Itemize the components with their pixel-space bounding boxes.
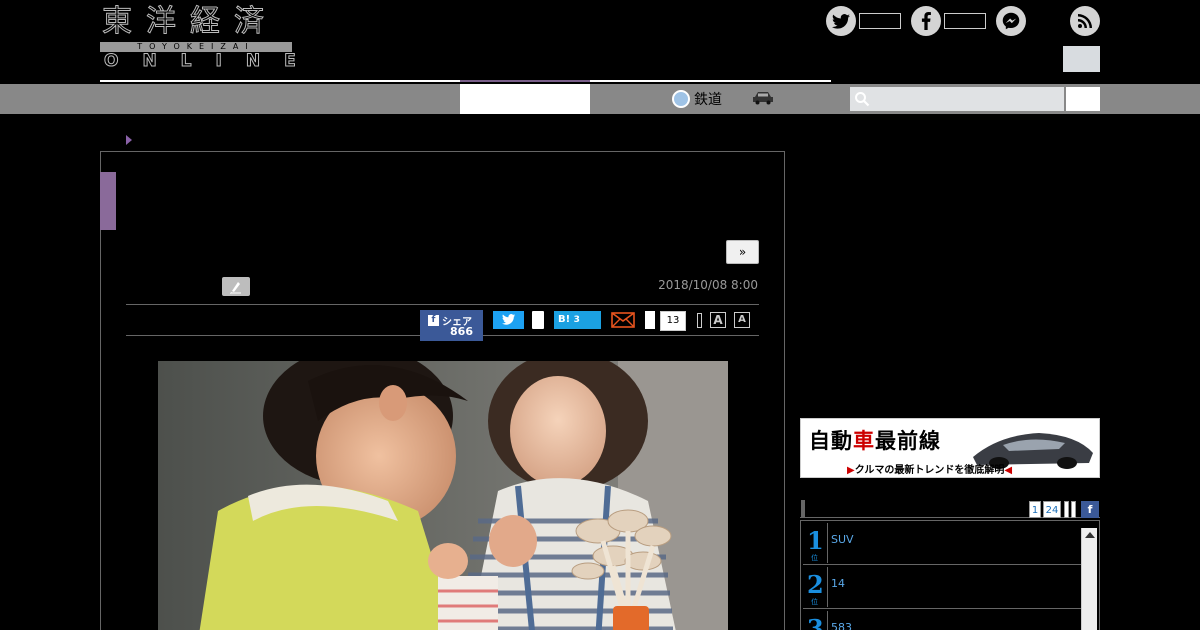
nav-active-accent [460, 80, 590, 82]
author-icon[interactable] [222, 277, 250, 296]
messenger-icon[interactable] [996, 6, 1026, 36]
ranking-tab-1[interactable]: 1 [1029, 501, 1041, 518]
ranking-title[interactable]: SUV [831, 533, 854, 546]
page: 東洋経済 TOYOKEIZAI ONLINE 鉄道 » 2018/10/08 8… [0, 0, 1200, 630]
automotive-feature-banner[interactable]: 自動車最前線 ▶クルマの最新トレンドを徹底解明◀ [800, 418, 1100, 478]
twitter-share-button[interactable] [493, 311, 524, 329]
share-divider-top [126, 304, 759, 305]
nav-item-rail-label: 鉄道 [694, 92, 722, 108]
ranking-header-accent [801, 500, 805, 518]
pocket-button[interactable] [645, 311, 655, 329]
ranking-tab-24[interactable]: 24 [1043, 501, 1061, 518]
ranking-item[interactable]: 1 位 SUV [803, 521, 1081, 565]
rss-icon[interactable] [1070, 6, 1100, 36]
banner-subtitle-text: クルマの最新トレンドを徹底解明 [854, 465, 1005, 476]
header-menu-button[interactable] [1063, 46, 1100, 72]
ranking-divider [827, 611, 828, 630]
next-page-button[interactable]: » [726, 240, 759, 264]
ranking-number: 3 [807, 614, 824, 630]
nav-item-rail[interactable]: 鉄道 [672, 86, 722, 112]
hatena-bookmark-button[interactable]: B! 3 [554, 311, 601, 329]
site-logo-online: ONLINE [104, 51, 320, 71]
twitter-follow-icon[interactable] [826, 6, 856, 36]
twitter-follower-count [859, 13, 901, 29]
article-hero-image [158, 361, 728, 630]
search-icon [855, 92, 870, 107]
ranking-facebook-icon[interactable]: f [1081, 501, 1099, 518]
hatena-label: B! [558, 314, 571, 325]
car-icon[interactable] [752, 91, 774, 105]
hatena-count: 3 [573, 315, 580, 325]
ranking-tab-extra-2[interactable] [1071, 501, 1076, 518]
facebook-like-icon[interactable] [911, 6, 941, 36]
ranking-scrollbar[interactable] [1081, 528, 1097, 630]
facebook-share-button[interactable]: f シェア 866 [420, 310, 483, 341]
font-small-button[interactable]: A [734, 312, 750, 328]
ranking-item[interactable]: 3 位 583 [803, 609, 1081, 630]
ranking-suffix: 位 [811, 598, 818, 606]
ranking-item[interactable]: 2 位 14 [803, 565, 1081, 609]
ranking-number: 2 [807, 570, 824, 599]
banner-title-part2: 最前線 [875, 428, 941, 453]
mail-icon[interactable] [611, 312, 635, 328]
ranking-title[interactable]: 14 [831, 577, 845, 590]
ranking-number: 1 [807, 526, 824, 555]
font-size-toggle[interactable] [697, 313, 702, 328]
nav-tab-active[interactable] [460, 84, 590, 114]
ranking-suffix: 位 [811, 554, 818, 562]
breadcrumb-arrow-icon [126, 135, 132, 145]
ranking-list: 1 位 SUV 2 位 14 3 位 583 [800, 520, 1100, 630]
scroll-up-icon[interactable] [1085, 532, 1095, 538]
pocket-count: 13 [660, 311, 686, 331]
banner-title-part1: 自動 [809, 428, 853, 453]
twitter-share-count [532, 311, 544, 329]
banner-title: 自動車最前線 [809, 425, 941, 455]
search-input[interactable] [850, 87, 1064, 111]
article-title-accent [100, 172, 116, 230]
ranking-divider [827, 523, 828, 563]
banner-title-highlight: 車 [853, 428, 875, 453]
train-icon [672, 90, 690, 108]
banner-subtitle: ▶クルマの最新トレンドを徹底解明◀ [847, 465, 1013, 476]
font-large-button[interactable]: A [710, 312, 726, 328]
ranking-tab-extra-1[interactable] [1064, 501, 1069, 518]
facebook-share-count: 866 [450, 325, 473, 338]
ranking-title[interactable]: 583 [831, 621, 852, 630]
article-date: 2018/10/08 8:00 [658, 278, 758, 292]
site-logo[interactable]: 東洋経済 [102, 4, 278, 40]
facebook-like-count [944, 13, 986, 29]
facebook-icon: f [428, 315, 439, 326]
ranking-divider [827, 567, 828, 607]
search-button[interactable] [1066, 87, 1100, 111]
